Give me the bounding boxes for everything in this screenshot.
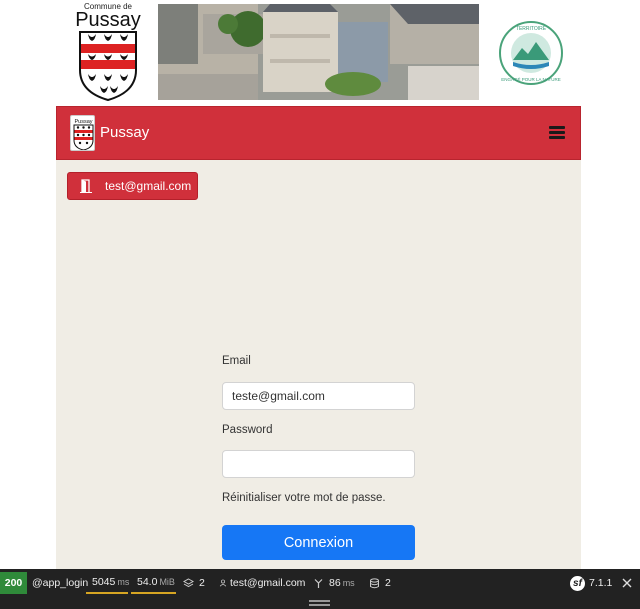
database-icon bbox=[370, 577, 379, 588]
login-submit-button[interactable]: Connexion bbox=[222, 525, 415, 560]
ajax-value: 86 bbox=[329, 577, 341, 589]
symfony-version[interactable]: sf 7.1.1 bbox=[570, 572, 612, 594]
symfony-logo-icon: sf bbox=[570, 575, 585, 591]
request-time[interactable]: 5045 ms bbox=[86, 572, 130, 594]
commune-logo-title: Pussay bbox=[75, 9, 141, 31]
security-user-email: test@gmail.com bbox=[230, 577, 306, 589]
password-input[interactable] bbox=[222, 450, 415, 478]
memory-usage[interactable]: 54.0 MiB bbox=[131, 572, 176, 594]
user-icon bbox=[219, 579, 227, 587]
ajax-unit: ms bbox=[342, 578, 355, 588]
brand-shield-icon: Pussay bbox=[73, 119, 94, 150]
user-account-button[interactable]: test@gmail.com bbox=[67, 172, 198, 200]
time-unit: ms bbox=[117, 577, 130, 587]
database-queries[interactable]: 2 bbox=[369, 572, 391, 594]
territoire-engage-nature-logo: TERRITOIRE ENGAGÉ POUR LA NATURE bbox=[499, 21, 563, 85]
header-banner: Commune de Pussay TERRITOIRE ENGAGÉ POUR… bbox=[0, 0, 640, 104]
twig-layers[interactable]: 2 bbox=[183, 572, 205, 594]
route-name[interactable]: @app_login bbox=[32, 572, 88, 594]
brand-logo-icon[interactable]: Pussay bbox=[70, 115, 95, 151]
security-user[interactable]: test@gmail.com bbox=[219, 572, 305, 594]
route-value: @app_login bbox=[32, 577, 89, 589]
layers-icon bbox=[183, 577, 194, 587]
time-value: 5045 bbox=[92, 576, 116, 588]
navbar-brand[interactable]: Pussay bbox=[100, 124, 149, 141]
memory-value: 54.0 bbox=[137, 576, 158, 588]
memory-unit: MiB bbox=[159, 577, 175, 587]
db-count: 2 bbox=[385, 577, 391, 589]
svg-text:Pussay: Pussay bbox=[74, 119, 92, 125]
territoire-logo-text-bottom: ENGAGÉ POUR LA NATURE bbox=[501, 76, 560, 82]
password-label: Password bbox=[222, 424, 273, 436]
user-email: test@gmail.com bbox=[105, 179, 192, 193]
logout-door-icon bbox=[80, 179, 92, 193]
version-value: 7.1.1 bbox=[589, 577, 613, 589]
commune-logo: Commune de Pussay bbox=[74, 2, 142, 102]
page: Commune de Pussay TERRITOIRE ENGAGÉ POUR… bbox=[0, 0, 640, 609]
coat-of-arms-icon bbox=[79, 31, 137, 102]
resize-handle-icon[interactable] bbox=[309, 600, 330, 606]
email-input[interactable]: teste@gmail.com bbox=[222, 382, 415, 410]
close-icon bbox=[622, 578, 632, 588]
email-label: Email bbox=[222, 355, 251, 367]
branch-icon bbox=[314, 578, 323, 588]
hamburger-menu-icon[interactable] bbox=[549, 126, 565, 140]
layers-count: 2 bbox=[199, 577, 205, 589]
territoire-logo-text: TERRITOIRE bbox=[516, 26, 547, 32]
main-content: test@gmail.com Email teste@gmail.com Pas… bbox=[56, 160, 581, 569]
debug-toolbar: 200 @app_login 5045 ms 54.0 MiB 2 test@g… bbox=[0, 569, 640, 609]
close-toolbar-button[interactable] bbox=[622, 572, 632, 594]
ajax-requests[interactable]: 86 ms bbox=[313, 572, 355, 594]
aerial-photo-illustration bbox=[158, 4, 479, 100]
status-code-badge[interactable]: 200 bbox=[0, 572, 27, 594]
town-hall-aerial-photo bbox=[158, 4, 479, 100]
reset-password-link[interactable]: Réinitialiser votre mot de passe. bbox=[222, 492, 386, 504]
main-navbar: Pussay Pussay bbox=[56, 106, 581, 160]
